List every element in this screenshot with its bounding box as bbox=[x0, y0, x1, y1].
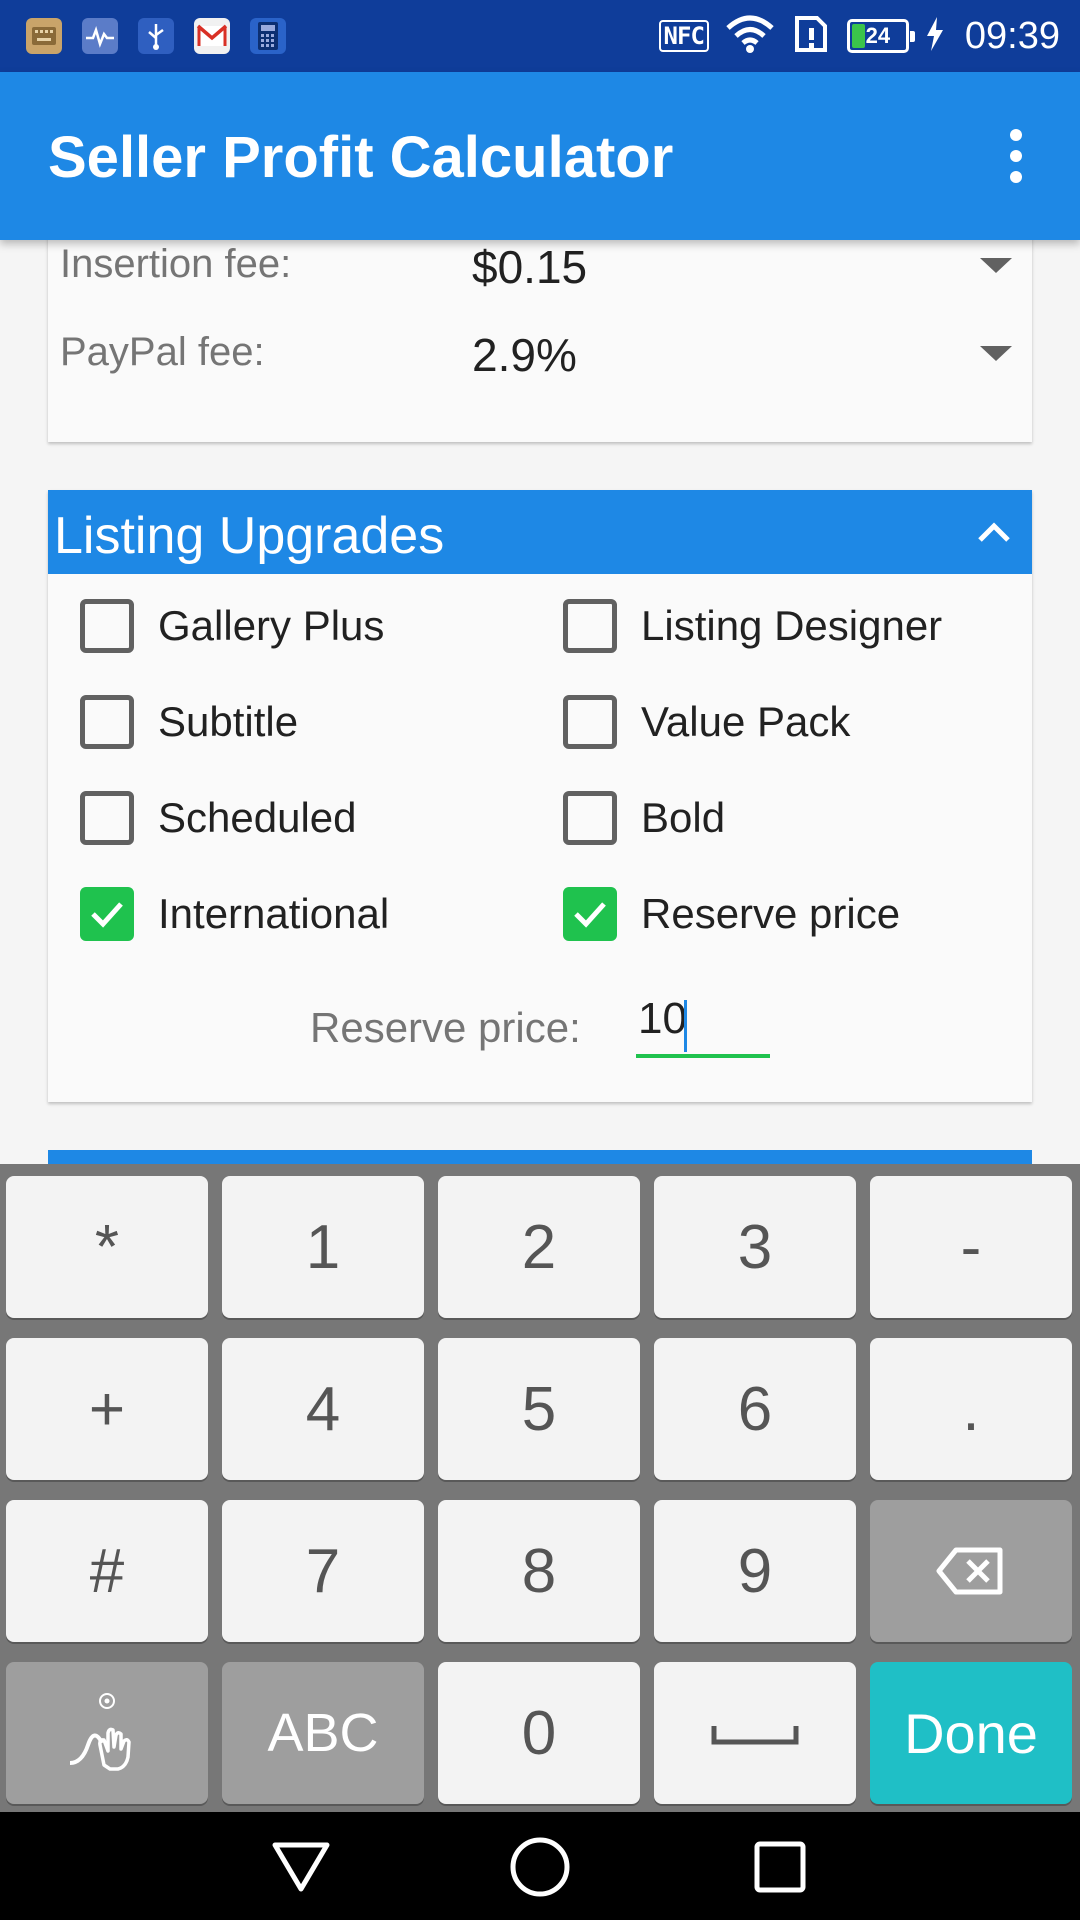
gmail-icon bbox=[194, 18, 230, 54]
back-icon[interactable] bbox=[266, 1832, 336, 1902]
checkbox-bold[interactable]: Bold bbox=[563, 788, 725, 848]
battery-level: 24 bbox=[865, 23, 891, 48]
backspace-key[interactable] bbox=[870, 1500, 1072, 1642]
insertion-fee-value[interactable]: $0.15 bbox=[472, 240, 587, 294]
checkbox-box[interactable] bbox=[80, 887, 134, 941]
chevron-up-icon[interactable] bbox=[974, 512, 1014, 552]
home-icon[interactable] bbox=[505, 1832, 575, 1902]
space-bar-icon bbox=[711, 1726, 799, 1745]
navigation-bar bbox=[0, 1812, 1080, 1920]
checkbox-box[interactable] bbox=[563, 695, 617, 749]
key-1[interactable]: 1 bbox=[222, 1176, 424, 1318]
dropdown-arrow-icon[interactable] bbox=[980, 258, 1012, 273]
key-2[interactable]: 2 bbox=[438, 1176, 640, 1318]
checkbox-label: Subtitle bbox=[158, 698, 299, 745]
checkmark-icon bbox=[574, 902, 606, 928]
key-9[interactable]: 9 bbox=[654, 1500, 856, 1642]
key-plus[interactable]: + bbox=[6, 1338, 208, 1480]
done-key[interactable]: Done bbox=[870, 1662, 1072, 1804]
key-minus[interactable]: - bbox=[870, 1176, 1072, 1318]
checkbox-gallery-plus[interactable]: Gallery Plus bbox=[80, 596, 384, 656]
handwriting-icon bbox=[69, 1693, 131, 1771]
checkbox-international[interactable]: International bbox=[80, 884, 389, 944]
calculator-icon bbox=[250, 18, 286, 54]
space-key[interactable] bbox=[654, 1662, 856, 1804]
checkbox-subtitle[interactable]: Subtitle bbox=[80, 692, 298, 752]
fees-card: Insertion fee: $0.15 PayPal fee: 2.9% bbox=[48, 240, 1032, 442]
key-4[interactable]: 4 bbox=[222, 1338, 424, 1480]
key-5[interactable]: 5 bbox=[438, 1338, 640, 1480]
usb-icon bbox=[138, 18, 174, 54]
listing-upgrades-header[interactable]: Listing Upgrades bbox=[48, 490, 1032, 574]
reserve-price-input[interactable] bbox=[636, 990, 770, 1058]
battery-fill bbox=[851, 24, 866, 48]
checkbox-label: Gallery Plus bbox=[158, 602, 385, 649]
checkbox-box[interactable] bbox=[80, 599, 134, 653]
checkbox-label: International bbox=[158, 890, 390, 937]
checkbox-value-pack[interactable]: Value Pack bbox=[563, 692, 850, 752]
paypal-fee-row[interactable]: PayPal fee: 2.9% bbox=[60, 308, 1032, 388]
reserve-price-label: Reserve price: bbox=[310, 1004, 581, 1051]
dropdown-arrow-icon[interactable] bbox=[980, 346, 1012, 361]
abc-key[interactable]: ABC bbox=[222, 1662, 424, 1804]
recents-icon[interactable] bbox=[745, 1832, 815, 1902]
text-caret bbox=[684, 1000, 687, 1052]
insertion-fee-row[interactable]: Insertion fee: $0.15 bbox=[60, 240, 1032, 300]
checkbox-box[interactable] bbox=[563, 599, 617, 653]
checkbox-box[interactable] bbox=[563, 887, 617, 941]
next-section-header[interactable] bbox=[48, 1150, 1032, 1164]
battery-indicator: 24 bbox=[846, 19, 915, 53]
sim-alert-icon bbox=[791, 14, 831, 59]
key-0[interactable]: 0 bbox=[438, 1662, 640, 1804]
notification-icons bbox=[26, 18, 286, 54]
checkbox-label: Listing Designer bbox=[641, 602, 943, 649]
app-title: Seller Profit Calculator bbox=[48, 125, 674, 190]
key-asterisk[interactable]: * bbox=[6, 1176, 208, 1318]
paypal-fee-value[interactable]: 2.9% bbox=[472, 328, 577, 382]
backspace-icon bbox=[936, 1547, 1003, 1595]
paypal-fee-label: PayPal fee: bbox=[60, 330, 265, 374]
key-period[interactable]: . bbox=[870, 1338, 1072, 1480]
charging-bolt-icon bbox=[925, 16, 945, 56]
key-8[interactable]: 8 bbox=[438, 1500, 640, 1642]
insertion-fee-label: Insertion fee: bbox=[60, 242, 292, 286]
key-hash[interactable]: # bbox=[6, 1500, 208, 1642]
checkbox-listing-designer[interactable]: Listing Designer bbox=[563, 596, 942, 656]
key-7[interactable]: 7 bbox=[222, 1500, 424, 1642]
overflow-menu-icon[interactable] bbox=[980, 116, 1052, 196]
checkbox-label: Reserve price bbox=[641, 890, 901, 937]
section-title: Listing Upgrades bbox=[54, 507, 445, 565]
status-bar: NFC 24 09:39 bbox=[0, 0, 1080, 72]
numeric-keyboard: * 1 2 3 - + 4 5 6 . # 7 8 9 ABC 0 Done bbox=[0, 1164, 1080, 1812]
checkbox-label: Bold bbox=[641, 794, 726, 841]
key-3[interactable]: 3 bbox=[654, 1176, 856, 1318]
checkbox-reserve-price[interactable]: Reserve price bbox=[563, 884, 900, 944]
main-content: Insertion fee: $0.15 PayPal fee: 2.9% Li… bbox=[0, 240, 1080, 1164]
handwriting-key[interactable] bbox=[6, 1662, 208, 1804]
heart-rate-icon bbox=[82, 18, 118, 54]
listing-upgrades-card: Listing Upgrades Gallery Plus Listing De… bbox=[48, 490, 1032, 1102]
checkbox-box[interactable] bbox=[80, 791, 134, 845]
checkbox-box[interactable] bbox=[563, 791, 617, 845]
checkbox-scheduled[interactable]: Scheduled bbox=[80, 788, 357, 848]
checkbox-label: Scheduled bbox=[158, 794, 357, 841]
clock: 09:39 bbox=[964, 14, 1060, 57]
wifi-icon bbox=[725, 14, 775, 59]
nfc-icon: NFC bbox=[658, 20, 709, 52]
checkbox-label: Value Pack bbox=[641, 698, 851, 745]
checkbox-box[interactable] bbox=[80, 695, 134, 749]
checkmark-icon bbox=[91, 902, 123, 928]
keyboard-notification-icon bbox=[26, 18, 62, 54]
app-bar: Seller Profit Calculator bbox=[0, 72, 1080, 240]
key-6[interactable]: 6 bbox=[654, 1338, 856, 1480]
